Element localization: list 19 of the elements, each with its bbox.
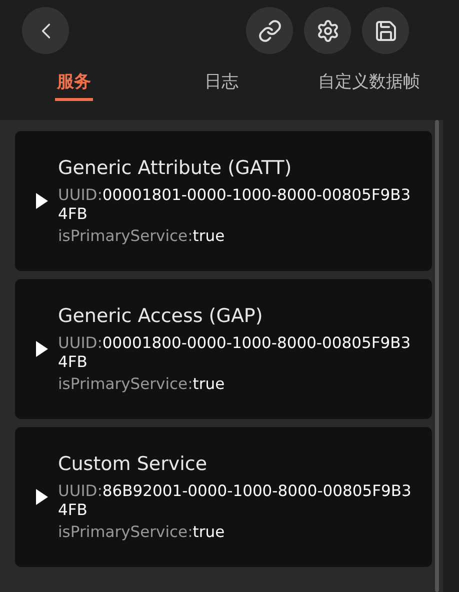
service-card[interactable]: Custom Service UUID:86B92001-0000-1000-8000-00805F9B34FB isPrimaryService:true: [15, 427, 432, 567]
tab[interactable]: 服务: [0, 70, 148, 101]
tab[interactable]: 自定义数据帧: [295, 70, 444, 101]
save-icon: [374, 18, 398, 42]
service-name: Generic Attribute (GATT): [58, 156, 293, 178]
tab[interactable]: 日志: [148, 70, 296, 101]
scrollbar[interactable]: [435, 120, 439, 592]
settings-icon: [316, 18, 340, 42]
service-name: Generic Access (GAP): [58, 304, 264, 326]
primary-service-text: isPrimaryService:true: [58, 522, 226, 542]
save-button[interactable]: [362, 7, 409, 54]
link-icon: [258, 18, 282, 42]
primary-service-text: isPrimaryService:true: [58, 374, 226, 394]
service-name: Custom Service: [58, 452, 208, 474]
primary-service-text: isPrimaryService:true: [58, 226, 226, 246]
service-card[interactable]: Generic Access (GAP) UUID:00001800-0000-1000-8000-00805F9B34FB isPrimaryService:true: [15, 279, 432, 419]
service-card[interactable]: Generic Attribute (GATT) UUID:00001801-0000-1000-8000-00805F9B34FB isPrimaryService:true: [15, 131, 432, 271]
link-button[interactable]: [246, 7, 293, 54]
settings-button[interactable]: [304, 7, 351, 54]
